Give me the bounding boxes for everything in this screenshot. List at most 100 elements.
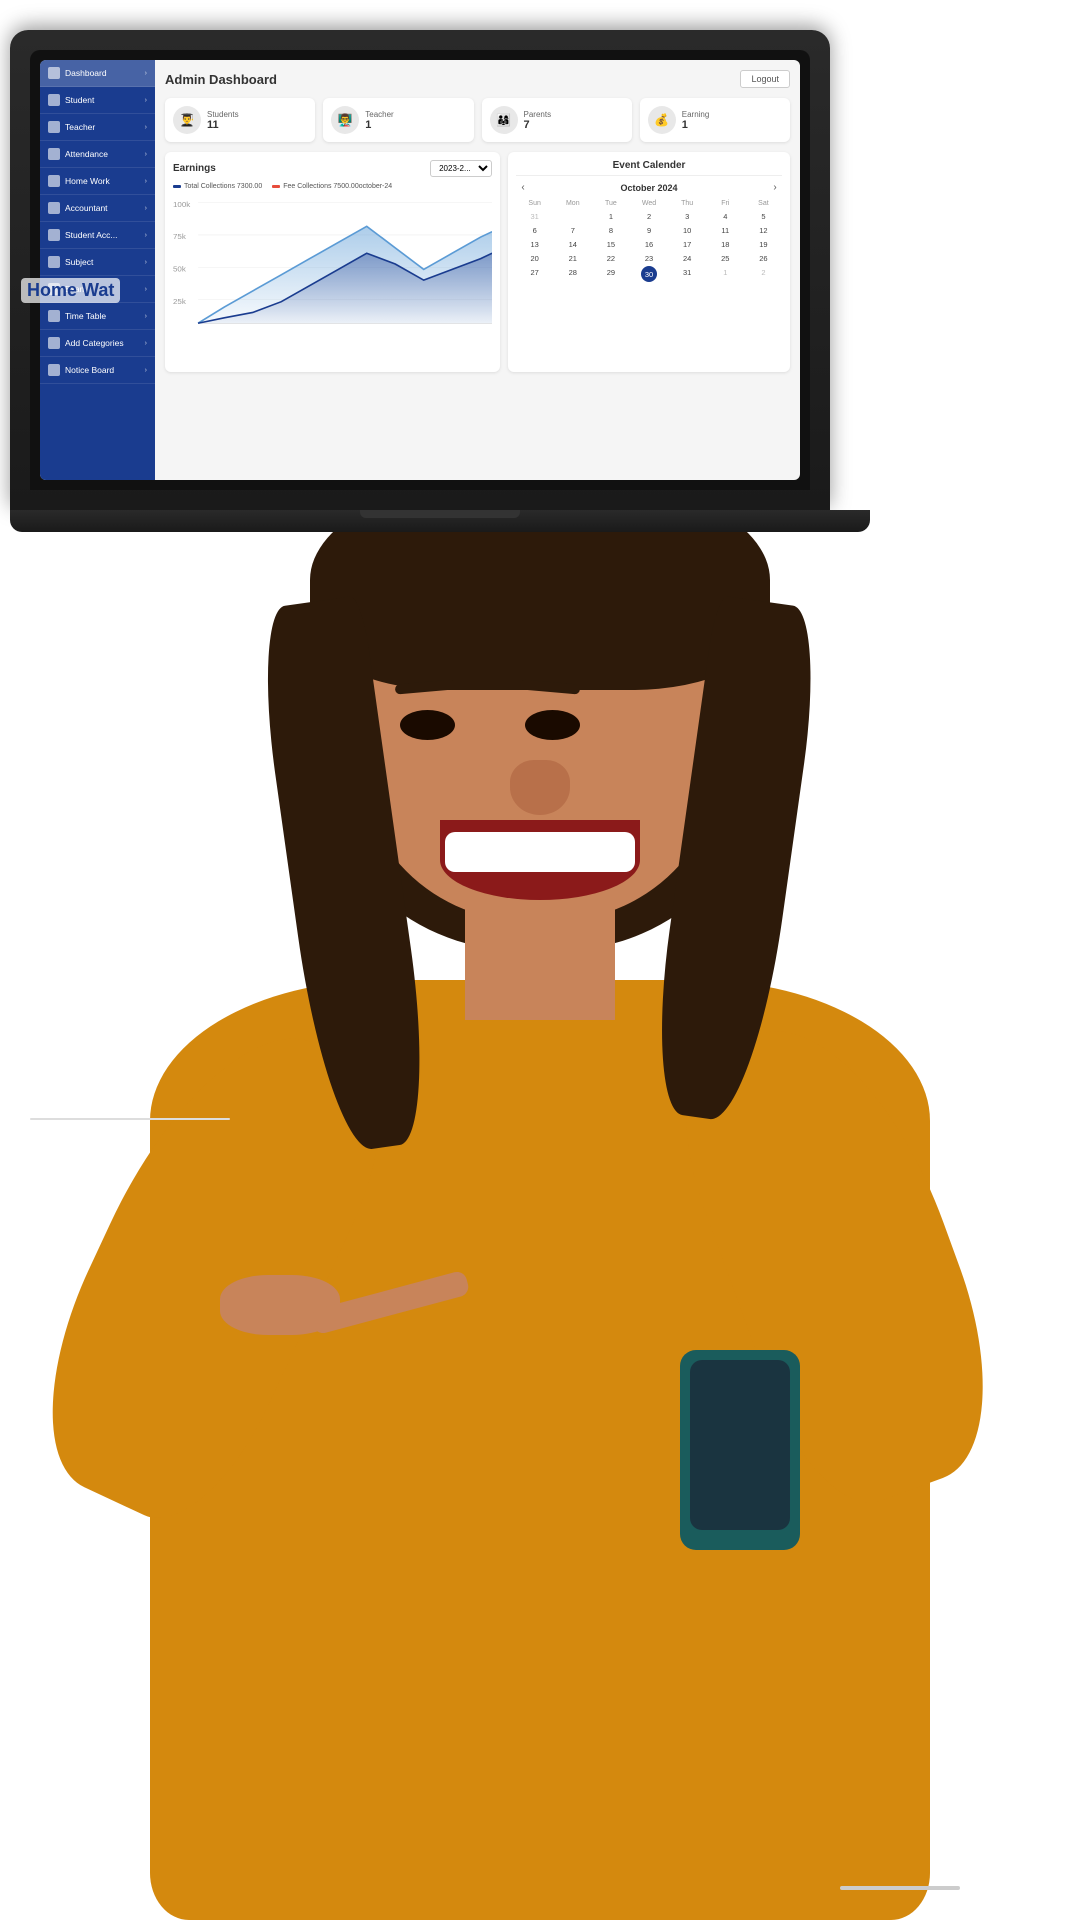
cal-day-1[interactable]: 1	[592, 210, 629, 223]
sidebar-label-categories: Add Categories	[65, 338, 140, 348]
sidebar-item-accountant[interactable]: Accountant ›	[40, 195, 155, 222]
chart-legend: Total Collections 7300.00 Fee Collection…	[173, 183, 492, 190]
earnings-svg-chart: 100k 75k 50k 25k	[173, 194, 492, 334]
sidebar-item-student-acc[interactable]: Student Acc... ›	[40, 222, 155, 249]
sidebar-item-dashboard[interactable]: Dashboard ›	[40, 60, 155, 87]
cal-day-12[interactable]: 12	[745, 224, 782, 237]
stat-card-parents: 👨‍👩‍👧 Parents 7	[482, 98, 632, 142]
timetable-icon	[48, 310, 60, 322]
sidebar-item-categories[interactable]: Add Categories ›	[40, 330, 155, 357]
cal-day-24[interactable]: 24	[669, 252, 706, 265]
cal-day-10[interactable]: 10	[669, 224, 706, 237]
cal-day-15[interactable]: 15	[592, 238, 629, 251]
person-background	[0, 420, 1080, 1920]
phone	[680, 1350, 800, 1550]
dow-wed: Wed	[630, 198, 667, 209]
sidebar-item-timetable[interactable]: Time Table ›	[40, 303, 155, 330]
cal-day-26[interactable]: 26	[745, 252, 782, 265]
cal-day-6[interactable]: 6	[516, 224, 553, 237]
right-eye	[525, 710, 580, 740]
cal-day-19[interactable]: 19	[745, 238, 782, 251]
cal-day-30-today[interactable]: 30	[641, 266, 657, 282]
categories-icon	[48, 337, 60, 349]
cal-day-3[interactable]: 3	[669, 210, 706, 223]
sidebar-label-student: Student	[65, 95, 140, 105]
students-label: Students	[207, 110, 239, 119]
cal-day-13[interactable]: 13	[516, 238, 553, 251]
main-content: Admin Dashboard Logout 👨‍🎓 Students 11	[155, 60, 800, 480]
sidebar-item-teacher[interactable]: Teacher ›	[40, 114, 155, 141]
sidebar-item-subject[interactable]: Subject ›	[40, 249, 155, 276]
calendar-prev-button[interactable]: ‹	[516, 182, 530, 193]
legend-label-total: Total Collections 7300.00	[184, 183, 262, 190]
logout-button[interactable]: Logout	[740, 70, 790, 88]
cal-day-5[interactable]: 5	[745, 210, 782, 223]
home-wat-label: Home Wat	[21, 278, 120, 303]
laptop-lid: Dashboard › Student › Teacher ›	[10, 30, 830, 510]
sidebar-label-timetable: Time Table	[65, 311, 140, 321]
laptop-container: Dashboard › Student › Teacher ›	[10, 30, 850, 550]
nose	[510, 760, 570, 815]
earning-value: 1	[682, 119, 710, 131]
calendar-grid: Sun Mon Tue Wed Thu Fri Sat 31 1	[516, 198, 782, 282]
cal-day-28[interactable]: 28	[554, 266, 591, 282]
sidebar-label-subject: Subject	[65, 257, 140, 267]
page-title: Admin Dashboard	[165, 72, 277, 87]
sidebar-label-dashboard: Dashboard	[65, 68, 140, 78]
svg-text:100k: 100k	[173, 200, 190, 209]
cal-day-14[interactable]: 14	[554, 238, 591, 251]
cal-day-8[interactable]: 8	[592, 224, 629, 237]
mid-line	[30, 1118, 230, 1120]
screen-bezel: Dashboard › Student › Teacher ›	[30, 50, 810, 490]
cal-day	[554, 210, 591, 223]
calendar-month: October 2024	[621, 183, 678, 193]
bottom-row: Earnings 2023-2... Total Collections 730…	[165, 152, 790, 372]
dashboard-header: Admin Dashboard Logout	[165, 70, 790, 88]
cal-day-23[interactable]: 23	[630, 252, 667, 265]
cal-day-11[interactable]: 11	[707, 224, 744, 237]
cal-day: 31	[516, 210, 553, 223]
cal-day-2[interactable]: 2	[630, 210, 667, 223]
cal-day-21[interactable]: 21	[554, 252, 591, 265]
students-value: 11	[207, 119, 239, 131]
sidebar-item-attendance[interactable]: Attendance ›	[40, 141, 155, 168]
cal-day-18[interactable]: 18	[707, 238, 744, 251]
cal-day-22[interactable]: 22	[592, 252, 629, 265]
cal-day-17[interactable]: 17	[669, 238, 706, 251]
sidebar-item-homework[interactable]: Home Work ›	[40, 168, 155, 195]
laptop-base	[10, 510, 870, 532]
noticeboard-icon	[48, 364, 60, 376]
sidebar-label-noticeboard: Notice Board	[65, 365, 140, 375]
cal-day-27[interactable]: 27	[516, 266, 553, 282]
student-acc-icon	[48, 229, 60, 241]
dow-thu: Thu	[669, 198, 706, 209]
dow-fri: Fri	[707, 198, 744, 209]
parents-label: Parents	[524, 110, 552, 119]
cal-day-next: 1	[707, 266, 744, 282]
laptop-hinge	[360, 510, 520, 518]
sidebar-item-noticeboard[interactable]: Notice Board ›	[40, 357, 155, 384]
cal-day-4[interactable]: 4	[707, 210, 744, 223]
dashboard-screen: Dashboard › Student › Teacher ›	[40, 60, 800, 480]
teacher-stat-icon: 👨‍🏫	[331, 106, 359, 134]
svg-text:50k: 50k	[173, 265, 186, 274]
cal-day-20[interactable]: 20	[516, 252, 553, 265]
sidebar-item-student[interactable]: Student ›	[40, 87, 155, 114]
subject-icon	[48, 256, 60, 268]
svg-text:25k: 25k	[173, 297, 186, 306]
teeth	[445, 832, 635, 872]
cal-day-7[interactable]: 7	[554, 224, 591, 237]
stat-card-students: 👨‍🎓 Students 11	[165, 98, 315, 142]
year-select[interactable]: 2023-2...	[430, 160, 492, 177]
sidebar-label-homework: Home Work	[65, 176, 140, 186]
cal-day-25[interactable]: 25	[707, 252, 744, 265]
cal-day-29[interactable]: 29	[592, 266, 629, 282]
attendance-icon	[48, 148, 60, 160]
cal-day-9[interactable]: 9	[630, 224, 667, 237]
calendar-next-button[interactable]: ›	[768, 182, 782, 193]
legend-fee: Fee Collections 7500.00october-24	[272, 183, 392, 190]
cal-day-16[interactable]: 16	[630, 238, 667, 251]
dashboard-icon	[48, 67, 60, 79]
cal-day-31[interactable]: 31	[669, 266, 706, 282]
earnings-title: Earnings	[173, 163, 216, 174]
